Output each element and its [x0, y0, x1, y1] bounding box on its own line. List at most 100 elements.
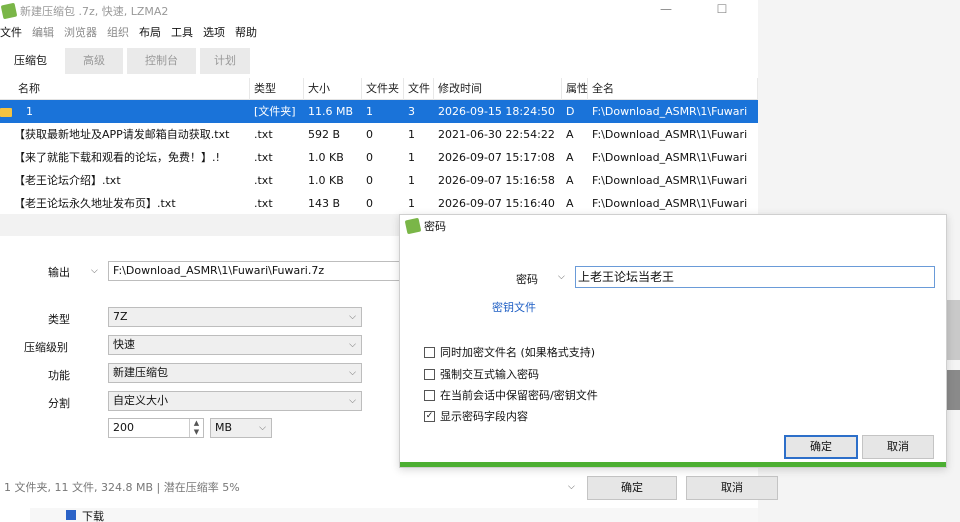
option-label: 显示密码字段内容: [440, 410, 528, 423]
menu-organize[interactable]: 组织: [102, 24, 134, 40]
minimize-icon[interactable]: —: [660, 3, 672, 15]
chevron-down-icon: ⌵: [349, 396, 356, 406]
cell-attr: A: [566, 174, 574, 187]
dialog-title-bar: 密码: [400, 215, 946, 237]
interactive-password-option[interactable]: 强制交互式输入密码: [424, 366, 539, 382]
cell-type: .txt: [254, 174, 273, 187]
cell-folders: 0: [366, 151, 373, 164]
split-size-stepper[interactable]: 200 ▲ ▼: [108, 418, 204, 438]
cell-files: 1: [408, 151, 415, 164]
dialog-cancel-button[interactable]: 取消: [862, 435, 934, 459]
cell-modified: 2026-09-07 15:16:40: [438, 197, 555, 210]
cell-size: 143 B: [308, 197, 341, 210]
table-header: 名称 类型 大小 文件夹 文件 修改时间 属性 全名: [0, 77, 758, 100]
split-size-value: 200: [113, 421, 134, 434]
tab-console[interactable]: 控制台: [127, 48, 196, 74]
table-row[interactable]: 1 [文件夹] 11.6 MB 1 3 2026-09-15 18:24:50 …: [0, 100, 758, 123]
checkbox[interactable]: [424, 346, 435, 358]
chevron-down-icon[interactable]: ⌵: [91, 266, 98, 276]
col-fullname[interactable]: 全名: [588, 77, 758, 100]
level-value: 快速: [113, 338, 135, 351]
show-password-option[interactable]: ✓ 显示密码字段内容: [424, 408, 528, 424]
tab-advanced[interactable]: 高级: [65, 48, 123, 74]
split-select[interactable]: 自定义大小 ⌵: [108, 391, 362, 411]
cell-fullname: F:\Download_ASMR\1\Fuwari: [592, 128, 748, 141]
checkbox-checked[interactable]: ✓: [424, 410, 435, 422]
output-path-input[interactable]: F:\Download_ASMR\1\Fuwari\Fuwari.7z: [108, 261, 408, 281]
level-select[interactable]: 快速 ⌵: [108, 335, 362, 355]
type-select[interactable]: 7Z ⌵: [108, 307, 362, 327]
cancel-button[interactable]: 取消: [686, 476, 778, 500]
option-label: 在当前会话中保留密码/密钥文件: [440, 389, 598, 402]
cell-modified: 2026-09-15 18:24:50: [438, 105, 555, 118]
table-row[interactable]: 【来了就能下载和观看的论坛，免费！】.! .txt 1.0 KB 0 1 202…: [0, 146, 758, 169]
tab-schedule[interactable]: 计划: [200, 48, 250, 74]
cell-name: 【老王论坛介绍】.txt: [14, 174, 121, 187]
split-unit-value: MB: [215, 421, 233, 434]
file-table: 名称 类型 大小 文件夹 文件 修改时间 属性 全名 1 [文件夹] 11.6 …: [0, 77, 758, 215]
table-row[interactable]: 【老王论坛永久地址发布页】.txt .txt 143 B 0 1 2026-09…: [0, 192, 758, 215]
menu-help[interactable]: 帮助: [230, 24, 262, 40]
app-leaf-icon: [0, 2, 18, 20]
option-label: 强制交互式输入密码: [440, 368, 539, 381]
option-label: 同时加密文件名 (如果格式支持): [440, 346, 596, 359]
menu-layout[interactable]: 布局: [134, 24, 166, 40]
cell-files: 3: [408, 105, 415, 118]
cell-modified: 2021-06-30 22:54:22: [438, 128, 555, 141]
table-row[interactable]: 【老王论坛介绍】.txt .txt 1.0 KB 0 1 2026-09-07 …: [0, 169, 758, 192]
cell-size: 11.6 MB: [308, 105, 354, 118]
chevron-down-icon: ⌵: [259, 423, 266, 433]
function-select[interactable]: 新建压缩包 ⌵: [108, 363, 362, 383]
encrypt-names-option[interactable]: 同时加密文件名 (如果格式支持): [424, 344, 595, 360]
password-input[interactable]: 上老王论坛当老王: [575, 266, 935, 288]
menu-options[interactable]: 选项: [198, 24, 230, 40]
split-unit-select[interactable]: MB ⌵: [210, 418, 272, 438]
spin-down-icon[interactable]: ▼: [189, 428, 203, 437]
type-value: 7Z: [113, 310, 128, 323]
chevron-down-icon[interactable]: ⌵: [558, 272, 565, 282]
download-label: 下载: [82, 510, 104, 522]
col-attr[interactable]: 属性: [562, 77, 588, 100]
menu-browser[interactable]: 浏览器: [59, 24, 102, 40]
cell-fullname: F:\Download_ASMR\1\Fuwari: [592, 151, 748, 164]
tab-bar: 压缩包 高级 控制台 计划: [0, 48, 254, 74]
download-icon: [66, 510, 76, 520]
cell-files: 1: [408, 197, 415, 210]
col-folders[interactable]: 文件夹: [362, 77, 404, 100]
cell-attr: D: [566, 105, 575, 118]
chevron-down-icon: ⌵: [349, 340, 356, 350]
keyfile-link[interactable]: 密钥文件: [492, 299, 536, 315]
cell-type: .txt: [254, 151, 273, 164]
keep-password-option[interactable]: 在当前会话中保留密码/密钥文件: [424, 387, 598, 403]
cell-folders: 0: [366, 197, 373, 210]
checkbox[interactable]: [424, 368, 435, 380]
col-type[interactable]: 类型: [250, 77, 304, 100]
col-files[interactable]: 文件: [404, 77, 434, 100]
col-modified[interactable]: 修改时间: [434, 77, 562, 100]
chevron-down-icon[interactable]: ⌵: [568, 482, 575, 492]
dialog-accent-bar: [400, 462, 946, 467]
maximize-icon[interactable]: ☐: [716, 3, 728, 15]
menu-edit[interactable]: 编辑: [27, 24, 59, 40]
cell-modified: 2026-09-07 15:16:58: [438, 174, 555, 187]
menu-file[interactable]: 文件: [0, 24, 27, 40]
table-row[interactable]: 【获取最新地址及APP请发邮箱自动获取.txt .txt 592 B 0 1 2…: [0, 123, 758, 146]
cell-fullname: F:\Download_ASMR\1\Fuwari: [592, 105, 748, 118]
ok-button[interactable]: 确定: [587, 476, 677, 500]
cell-size: 1.0 KB: [308, 151, 344, 164]
cell-name: 【来了就能下载和观看的论坛，免费！】.!: [14, 151, 220, 164]
status-text: 1 文件夹, 11 文件, 324.8 MB | 潜在压缩率 5%: [4, 481, 240, 494]
type-label: 类型: [48, 313, 70, 326]
tab-archive[interactable]: 压缩包: [0, 48, 61, 74]
menu-tools[interactable]: 工具: [166, 24, 198, 40]
col-name[interactable]: 名称: [0, 77, 250, 100]
cell-type: [文件夹]: [254, 105, 296, 118]
dialog-ok-button[interactable]: 确定: [784, 435, 858, 459]
spin-up-icon[interactable]: ▲: [189, 419, 203, 428]
title-bar: 新建压缩包 .7z, 快速, LZMA2 — ☐: [0, 0, 758, 22]
split-value: 自定义大小: [113, 394, 168, 407]
col-size[interactable]: 大小: [304, 77, 362, 100]
cell-attr: A: [566, 128, 574, 141]
checkbox[interactable]: [424, 389, 435, 401]
function-value: 新建压缩包: [113, 366, 168, 379]
